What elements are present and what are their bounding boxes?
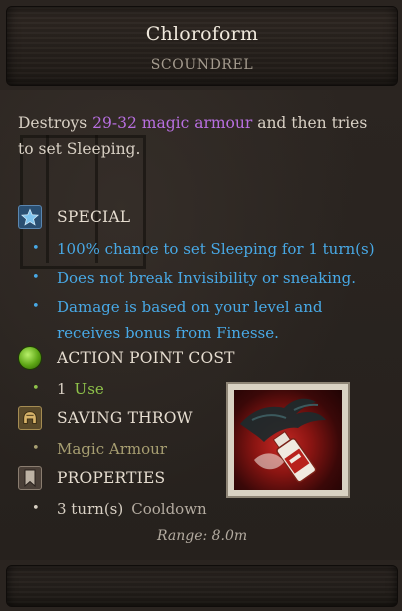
cooldown-label: Cooldown — [131, 500, 207, 518]
cooldown-value: 3 turn(s) — [57, 500, 124, 518]
section-action-point-header: ACTION POINT COST — [18, 346, 235, 370]
skill-tooltip: Chloroform SCOUNDREL Destroys 29-32 magi… — [0, 0, 402, 611]
special-item: Damage is based on your level and receiv… — [57, 298, 323, 342]
special-item: Does not break Invisibility or sneaking. — [57, 269, 357, 287]
bullet: • — [32, 441, 40, 456]
skill-description: Destroys 29-32 magic armour and then tri… — [18, 110, 383, 162]
bullet: • — [32, 299, 40, 314]
ap-number: 1 — [57, 380, 67, 398]
section-special-header: SPECIAL — [18, 205, 130, 229]
range-text: Range: 8.0m — [157, 528, 248, 544]
special-item: 100% chance to set Sleeping for 1 turn(s… — [57, 240, 375, 258]
section-saving-throw-header: SAVING THROW — [18, 406, 193, 430]
section-properties-header: PROPERTIES — [18, 466, 165, 490]
section-action-point-label: ACTION POINT COST — [57, 349, 235, 367]
green-orb-icon — [18, 346, 42, 370]
cooldown-line: 3 turn(s) Cooldown — [57, 500, 207, 518]
saving-throw-value: Magic Armour — [57, 440, 167, 458]
tooltip-header: Chloroform SCOUNDREL — [6, 6, 398, 86]
description-magic-armour: 29-32 magic armour — [92, 114, 253, 132]
section-saving-throw-label: SAVING THROW — [57, 409, 193, 427]
section-properties-label: PROPERTIES — [57, 469, 166, 487]
skill-title: Chloroform — [145, 23, 259, 45]
helmet-icon — [18, 406, 42, 430]
bookmark-icon — [18, 466, 42, 490]
action-point-value: 1 Use — [57, 380, 104, 398]
bullet: • — [32, 381, 40, 396]
bullet: • — [32, 241, 40, 256]
bullet: • — [32, 501, 40, 516]
bullet: • — [32, 270, 40, 285]
section-special-label: SPECIAL — [57, 208, 131, 226]
chloroform-bottle-icon — [234, 390, 342, 490]
skill-school: SCOUNDREL — [150, 57, 254, 73]
description-prefix: Destroys — [18, 114, 93, 132]
ap-unit: Use — [74, 380, 104, 398]
tooltip-footer — [6, 565, 398, 607]
star-icon — [18, 205, 42, 229]
skill-image-frame — [226, 382, 350, 498]
